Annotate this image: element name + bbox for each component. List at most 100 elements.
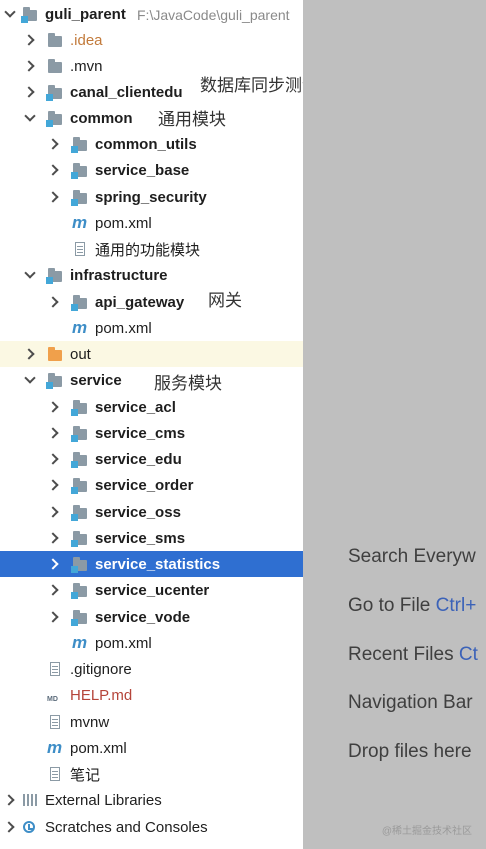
chevron-right-icon[interactable] (48, 164, 60, 176)
tree-item-service-ucenter[interactable]: service_ucenter (0, 577, 303, 603)
tree-item-pom-xml[interactable]: m pom.xml (0, 210, 303, 236)
chevron-right-icon[interactable] (48, 427, 60, 439)
module-folder-icon (71, 609, 88, 626)
chevron-right-icon[interactable] (48, 138, 60, 150)
scratches-icon (22, 819, 38, 835)
chevron-right-icon[interactable] (48, 479, 60, 491)
tree-item-label: canal_clientedu (70, 83, 183, 101)
chevron-right-icon[interactable] (24, 86, 36, 98)
tree-item-mvnw[interactable]: mvnw (0, 709, 303, 735)
tree-item-infrastructure[interactable]: infrastructure (0, 262, 303, 288)
tree-item-common-utils[interactable]: common_utils (0, 131, 303, 157)
maven-icon: m (72, 213, 88, 232)
tree-item-root[interactable]: guli_parent F:\JavaCode\guli_parent (0, 1, 303, 27)
tree-item-label: service_sms (95, 529, 186, 547)
tree-item-help-md[interactable]: MD HELP.md (0, 682, 303, 708)
tree-item-service-acl[interactable]: service_acl (0, 394, 303, 420)
tree-item-out[interactable]: out (0, 341, 303, 367)
tree-item-label: 笔记 (70, 766, 101, 784)
chevron-right-icon[interactable] (48, 296, 60, 308)
chevron-right-icon[interactable] (24, 348, 36, 360)
tree-item-service-base[interactable]: service_base (0, 157, 303, 183)
tree-item-label: pom.xml (70, 739, 127, 757)
markdown-icon: MD (47, 696, 58, 703)
tree-item-label: HELP.md (70, 686, 133, 704)
tree-item-external-libraries[interactable]: External Libraries (0, 787, 303, 813)
module-folder-icon (71, 294, 88, 311)
tree-item-service-cms[interactable]: service_cms (0, 420, 303, 446)
hint-go-to-file: Go to File Ctrl+ (348, 595, 476, 617)
tree-item-label: 通用的功能模块 (95, 241, 201, 259)
chevron-right-icon[interactable] (48, 191, 60, 203)
hint-text: Go to File (348, 595, 436, 616)
tree-item-gitignore[interactable]: .gitignore (0, 656, 303, 682)
maven-icon: m (72, 633, 88, 652)
tree-item-service-vode[interactable]: service_vode (0, 604, 303, 630)
hint-recent-files: Recent Files Ct (348, 644, 478, 666)
module-folder-icon (21, 6, 38, 23)
tree-item-service-order[interactable]: service_order (0, 472, 303, 498)
chevron-right-icon[interactable] (4, 794, 16, 806)
annotation-common: 通用模块 (158, 110, 226, 130)
tree-item-label: out (70, 345, 91, 363)
tree-item-pom-xml[interactable]: m pom.xml (0, 630, 303, 656)
annotation-canal: 数据库同步测试模块 (200, 76, 303, 96)
hint-text: Recent Files (348, 644, 459, 665)
chevron-right-icon[interactable] (48, 401, 60, 413)
module-folder-icon (71, 504, 88, 521)
chevron-right-icon[interactable] (4, 821, 16, 833)
tree-item-label: service_acl (95, 398, 176, 416)
tree-item-service-statistics[interactable]: service_statistics (0, 551, 303, 577)
chevron-right-icon[interactable] (48, 532, 60, 544)
chevron-right-icon[interactable] (24, 34, 36, 46)
project-tree: guli_parent F:\JavaCode\guli_parent .ide… (0, 0, 303, 849)
hint-text: Navigation Bar (348, 692, 473, 713)
tree-item-service[interactable]: service (0, 367, 303, 393)
tree-item-label: api_gateway (95, 293, 185, 311)
hint-text: Search Everyw (348, 546, 476, 567)
tree-item-label: service_order (95, 476, 194, 494)
tree-item-label: service_cms (95, 424, 186, 442)
tree-item-pom-xml[interactable]: m pom.xml (0, 315, 303, 341)
tree-item-service-edu[interactable]: service_edu (0, 446, 303, 472)
tree-item-label: guli_parent (45, 5, 126, 23)
module-folder-icon (71, 451, 88, 468)
folder-icon (47, 58, 63, 74)
module-folder-icon (71, 162, 88, 179)
chevron-right-icon[interactable] (48, 506, 60, 518)
tree-item-spring-security[interactable]: spring_security (0, 184, 303, 210)
chevron-down-icon[interactable] (4, 8, 16, 20)
module-folder-icon (46, 84, 63, 101)
tree-item-label: service_vode (95, 608, 191, 626)
tree-item-idea[interactable]: .idea (0, 27, 303, 53)
tree-item-label: infrastructure (70, 266, 168, 284)
chevron-right-icon[interactable] (48, 453, 60, 465)
tree-item-pom-xml[interactable]: m pom.xml (0, 735, 303, 761)
tree-item-label: service_base (95, 161, 190, 179)
tree-item-service-oss[interactable]: service_oss (0, 499, 303, 525)
tree-item-api-gateway[interactable]: api_gateway (0, 289, 303, 315)
chevron-right-icon[interactable] (48, 558, 60, 570)
tree-item-notes[interactable]: 笔记 (0, 761, 303, 787)
chevron-right-icon[interactable] (24, 60, 36, 72)
maven-icon: m (47, 738, 63, 757)
tree-item-label: External Libraries (45, 791, 162, 809)
hint-search-everywhere: Search Everyw (348, 546, 476, 568)
tree-item-label: service_oss (95, 503, 181, 521)
tree-item-scratches[interactable]: Scratches and Consoles (0, 814, 303, 840)
tree-item-notes-file[interactable]: 通用的功能模块 (0, 236, 303, 262)
tree-item-label: common (70, 109, 133, 127)
watermark: @稀土掘金技术社区 (381, 826, 472, 837)
module-folder-icon (71, 477, 88, 494)
tree-item-common[interactable]: common (0, 105, 303, 131)
hint-shortcut: Ctrl+ (435, 595, 477, 616)
annotation-service: 服务模块 (154, 374, 222, 394)
chevron-right-icon[interactable] (48, 584, 60, 596)
chevron-down-icon[interactable] (24, 269, 36, 281)
module-folder-icon (46, 110, 63, 127)
chevron-down-icon[interactable] (24, 374, 36, 386)
chevron-down-icon[interactable] (24, 112, 36, 124)
text-file-icon (72, 241, 88, 257)
tree-item-service-sms[interactable]: service_sms (0, 525, 303, 551)
chevron-right-icon[interactable] (48, 611, 60, 623)
